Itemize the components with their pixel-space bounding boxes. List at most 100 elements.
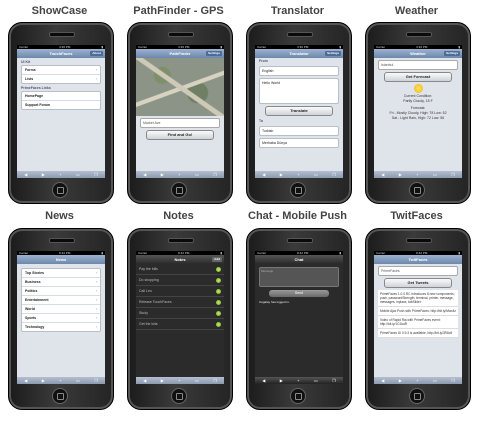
list-item-label: Sports [25,316,37,320]
list-item-technology[interactable]: Technology › [22,323,100,331]
forward-icon[interactable]: ▶ [161,172,164,177]
back-icon[interactable]: ◀ [24,172,27,177]
note-item[interactable]: Get the kids [136,319,224,330]
note-item[interactable]: Pay the bills [136,264,224,275]
note-item[interactable]: Call Leo [136,286,224,297]
settings-button[interactable]: Settings [325,51,341,56]
find-and-go-button[interactable]: Find and Go! [146,130,214,140]
nav-bar: Translator Settings [255,49,343,58]
home-button[interactable] [52,388,68,404]
bookmarks-icon[interactable]: ▭ [195,378,199,383]
list-item-entertainment[interactable]: Entertainment › [22,296,100,305]
source-text-area[interactable]: Hello World [259,78,339,104]
address-input[interactable]: Market Ave [140,118,220,128]
forward-icon[interactable]: ▶ [280,378,283,383]
add-icon[interactable]: + [59,172,61,177]
pages-icon[interactable]: ❐ [213,172,217,177]
forward-icon[interactable]: ▶ [399,378,402,383]
get-tweets-button[interactable]: Get Tweets [384,278,452,288]
back-icon[interactable]: ◀ [24,378,27,383]
chevron-right-icon: › [95,271,97,275]
city-input[interactable]: Istanbul [378,60,458,70]
add-note-button[interactable]: Add [212,257,222,262]
list-item-business[interactable]: Business › [22,278,100,287]
back-icon[interactable]: ◀ [381,172,384,177]
from-language-select[interactable]: English [259,66,339,76]
list-item-lists[interactable]: Lists › [22,75,100,83]
pages-icon[interactable]: ❐ [94,378,98,383]
home-button[interactable] [52,182,68,198]
chevron-right-icon: › [95,77,97,81]
list-item-homepage[interactable]: HomePage [22,92,100,101]
add-icon[interactable]: + [59,378,61,383]
pages-icon[interactable]: ❐ [451,172,455,177]
check-icon[interactable] [216,310,221,316]
list-item-forms[interactable]: Forms › [22,66,100,75]
back-icon[interactable]: ◀ [143,378,146,383]
check-icon[interactable] [216,277,221,283]
bookmarks-icon[interactable]: ▭ [433,378,437,383]
search-input[interactable]: PrimeFaces [378,266,458,276]
back-icon[interactable]: ◀ [143,172,146,177]
message-input[interactable]: Message [259,267,339,287]
add-icon[interactable]: + [297,172,299,177]
check-icon[interactable] [216,321,221,327]
home-button[interactable] [290,388,306,404]
satellite-map[interactable] [136,58,224,116]
list-item-label: Entertainment [25,298,49,302]
send-button[interactable]: Send [269,290,329,297]
check-icon[interactable] [216,266,221,272]
get-forecast-button[interactable]: Get Forecast [384,72,452,82]
pages-icon[interactable]: ❐ [213,378,217,383]
back-icon[interactable]: ◀ [381,378,384,383]
forward-icon[interactable]: ▶ [280,172,283,177]
back-icon[interactable]: ◀ [262,378,265,383]
to-language-select[interactable]: Turkish [259,126,339,136]
check-icon[interactable] [216,288,221,294]
check-icon[interactable] [216,299,221,305]
add-icon[interactable]: + [416,378,418,383]
list-item-support-forum[interactable]: Support Forum [22,101,100,109]
add-icon[interactable]: + [416,172,418,177]
translate-button[interactable]: Translate [265,106,333,116]
tweet-item: Mobile Ajax Push with PrimeFaces: http:/… [378,307,458,316]
pages-icon[interactable]: ❐ [451,378,455,383]
add-icon[interactable]: + [178,378,180,383]
phone-frame: Carrier 8:42 PM ▮ News Top Stories › Busine… [8,228,114,410]
home-button[interactable] [409,182,425,198]
nav-title: Translator [289,51,309,56]
note-item[interactable]: Release TouchFaces [136,297,224,308]
pages-icon[interactable]: ❐ [94,172,98,177]
add-icon[interactable]: + [297,378,299,383]
list-item-sports[interactable]: Sports › [22,314,100,323]
bookmarks-icon[interactable]: ▭ [433,172,437,177]
pages-icon[interactable]: ❐ [332,172,336,177]
list-item-world[interactable]: World › [22,305,100,314]
pages-icon[interactable]: ❐ [332,378,336,383]
bookmarks-icon[interactable]: ▭ [76,378,80,383]
about-button[interactable]: About [90,51,103,56]
forward-icon[interactable]: ▶ [42,172,45,177]
settings-button[interactable]: Settings [206,51,222,56]
home-button[interactable] [171,182,187,198]
list-item-top-stories[interactable]: Top Stories › [22,269,100,278]
forward-icon[interactable]: ▶ [399,172,402,177]
add-icon[interactable]: + [178,172,180,177]
forward-icon[interactable]: ▶ [42,378,45,383]
phone-screen: Carrier 8:42 PM ▮ News Top Stories › Busine… [17,251,105,384]
back-icon[interactable]: ◀ [262,172,265,177]
settings-button[interactable]: Settings [444,51,460,56]
bookmarks-icon[interactable]: ▭ [195,172,199,177]
list-item-politics[interactable]: Politics › [22,287,100,296]
phone-frame: Carrier 3:36 PM ▮ TouchFaces About UI Kit F… [8,22,114,204]
note-item[interactable]: Do shopping [136,275,224,286]
bookmarks-icon[interactable]: ▭ [314,378,318,383]
forward-icon[interactable]: ▶ [161,378,164,383]
home-button[interactable] [171,388,187,404]
note-item[interactable]: Study [136,308,224,319]
bookmarks-icon[interactable]: ▭ [76,172,80,177]
toolbar: ◀ ▶ + ▭ ❐ [136,171,224,178]
home-button[interactable] [409,388,425,404]
home-button[interactable] [290,182,306,198]
bookmarks-icon[interactable]: ▭ [314,172,318,177]
